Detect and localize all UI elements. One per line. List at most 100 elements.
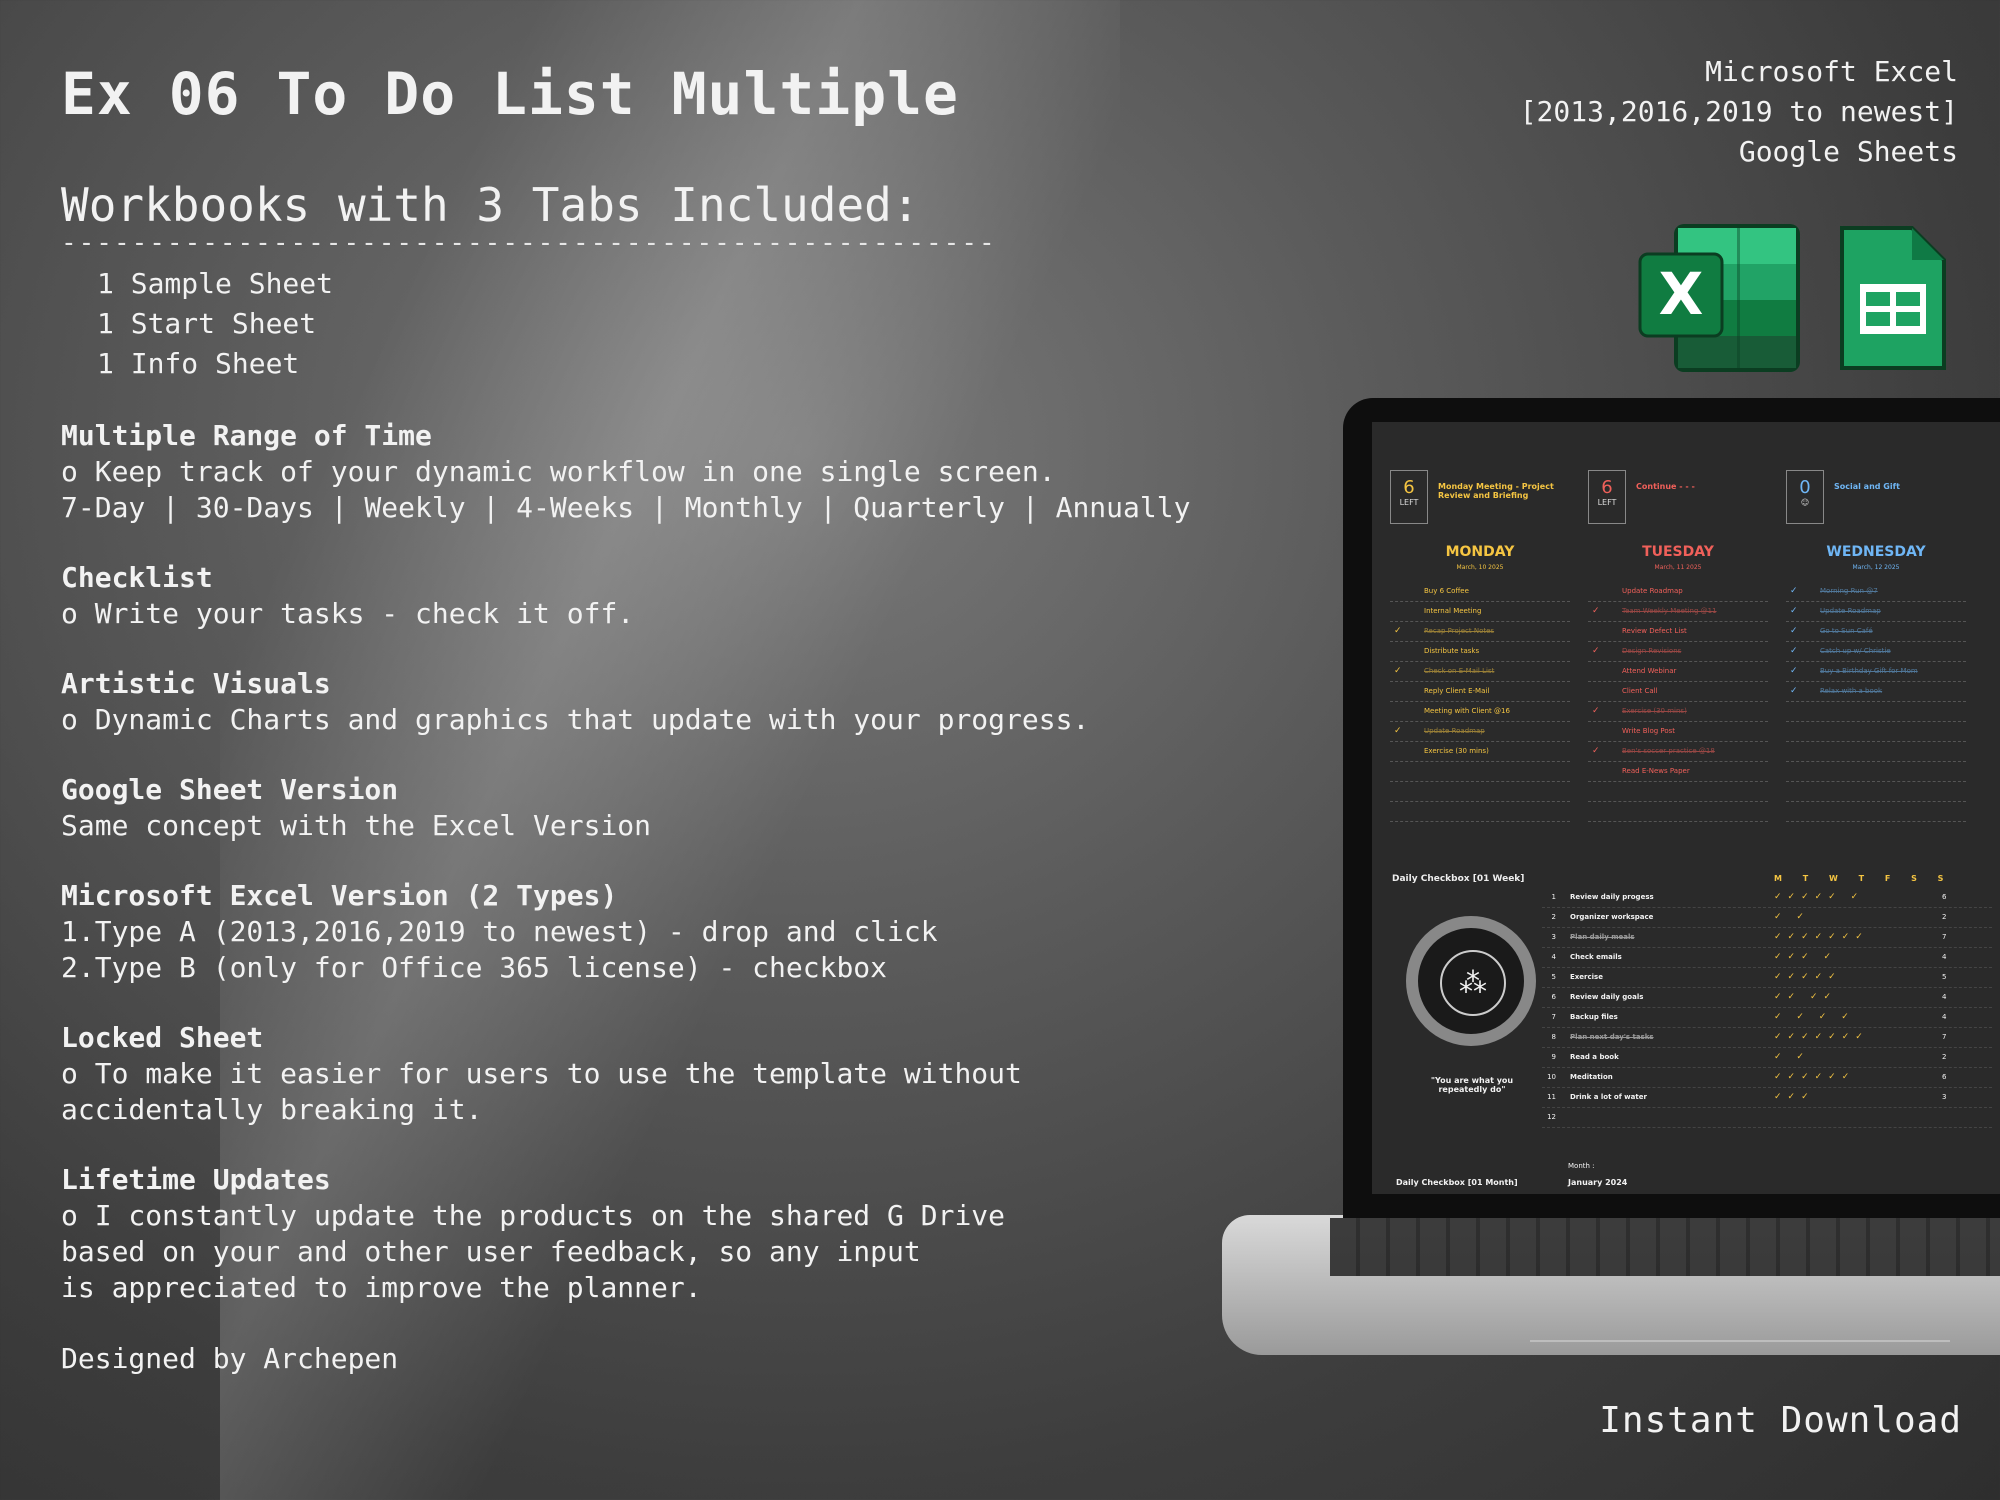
- task-row[interactable]: [1786, 762, 1966, 782]
- task-text: Client Call: [1622, 687, 1658, 695]
- section-line: based on your and other user feedback, s…: [61, 1235, 921, 1268]
- habit-row[interactable]: 9 Read a book ✓ ✓ 2: [1542, 1048, 1992, 1068]
- task-row[interactable]: ✓ Buy a Birthday Gift for Mom: [1786, 662, 1966, 682]
- task-row[interactable]: Meeting with Client @16: [1390, 702, 1570, 722]
- section-visuals: Artistic Visuals o Dynamic Charts and gr…: [61, 666, 1361, 738]
- section-updates: Lifetime Updates o I constantly update t…: [61, 1162, 1361, 1306]
- section-heading: Lifetime Updates: [61, 1163, 331, 1196]
- task-row[interactable]: ✓ Exercise (30 mins): [1588, 702, 1768, 722]
- habit-number: 1: [1551, 893, 1556, 901]
- task-text: Go to Sun Café: [1820, 627, 1873, 635]
- habit-number: 9: [1551, 1053, 1556, 1061]
- task-row[interactable]: Distribute tasks: [1390, 642, 1570, 662]
- habit-row[interactable]: 6 Review daily goals ✓✓ ✓✓ 4: [1542, 988, 1992, 1008]
- habit-checks[interactable]: ✓✓✓✓✓✓✓: [1774, 928, 1869, 947]
- task-row[interactable]: ✓ Update Roadmap: [1390, 722, 1570, 742]
- day-note: Monday Meeting - Project Review and Brie…: [1438, 482, 1554, 500]
- task-text: Exercise (30 mins): [1622, 707, 1687, 715]
- check-icon: ✓: [1790, 606, 1798, 616]
- task-row[interactable]: Buy 6 Coffee: [1390, 582, 1570, 602]
- section-heading: Locked Sheet: [61, 1021, 264, 1054]
- habit-row[interactable]: 4 Check emails ✓✓✓ ✓ 4: [1542, 948, 1992, 968]
- svg-text:X: X: [1659, 260, 1704, 328]
- habit-row[interactable]: 10 Meditation ✓✓✓✓✓✓ 6: [1542, 1068, 1992, 1088]
- weekday-header: M T W T F S S: [1774, 874, 1953, 883]
- task-row[interactable]: Update Roadmap: [1588, 582, 1768, 602]
- month-label: Month :: [1568, 1162, 1595, 1170]
- habit-row[interactable]: 8 Plan next day's tasks ✓✓✓✓✓✓✓ 7: [1542, 1028, 1992, 1048]
- task-row[interactable]: [1588, 782, 1768, 802]
- habit-number: 4: [1551, 953, 1556, 961]
- task-text: Catch up w/ Christie: [1820, 647, 1891, 655]
- task-row[interactable]: [1786, 782, 1966, 802]
- task-row[interactable]: ✓ Morning Run @7: [1786, 582, 1966, 602]
- section-line: Same concept with the Excel Version: [61, 809, 652, 842]
- check-icon: ✓: [1592, 706, 1600, 716]
- habit-row[interactable]: 3 Plan daily meals ✓✓✓✓✓✓✓ 7: [1542, 928, 1992, 948]
- habit-row[interactable]: 1 Review daily progess ✓✓✓✓✓ ✓ 6: [1542, 888, 1992, 908]
- task-row[interactable]: [1390, 762, 1570, 782]
- habit-checks[interactable]: ✓ ✓: [1774, 1048, 1810, 1067]
- task-row[interactable]: ✓ Team Weekly Meeting @11: [1588, 602, 1768, 622]
- tasks-left-box: 6 LEFT: [1390, 470, 1428, 524]
- task-row[interactable]: ✓ Check on E-Mail List: [1390, 662, 1570, 682]
- habit-checks[interactable]: ✓✓✓: [1774, 1088, 1815, 1107]
- task-row[interactable]: ✓ Recap Project Notes: [1390, 622, 1570, 642]
- task-row[interactable]: ✓ Ben's soccer practice @18: [1588, 742, 1768, 762]
- habit-checks[interactable]: ✓✓✓ ✓: [1774, 948, 1837, 967]
- task-row[interactable]: Exercise (30 mins): [1390, 742, 1570, 762]
- task-row[interactable]: ✓ Relax with a book: [1786, 682, 1966, 702]
- task-row[interactable]: Read E-News Paper: [1588, 762, 1768, 782]
- month-value[interactable]: January 2024: [1568, 1178, 1627, 1187]
- task-text: Update Roadmap: [1622, 587, 1683, 595]
- task-text: Attend Webinar: [1622, 667, 1677, 675]
- task-row[interactable]: Write Blog Post: [1588, 722, 1768, 742]
- habit-row[interactable]: 11 Drink a lot of water ✓✓✓ 3: [1542, 1088, 1992, 1108]
- platform-list: Microsoft Excel [2013,2016,2019 to newes…: [1520, 52, 1958, 172]
- habit-count: 6: [1942, 893, 1947, 901]
- task-text: Reply Client E-Mail: [1424, 687, 1490, 695]
- habit-checks[interactable]: ✓ ✓ ✓ ✓: [1774, 1008, 1855, 1027]
- swan-icon: ⁂: [1440, 950, 1506, 1016]
- task-row[interactable]: Internal Meeting: [1390, 602, 1570, 622]
- task-row[interactable]: Reply Client E-Mail: [1390, 682, 1570, 702]
- task-row[interactable]: Client Call: [1588, 682, 1768, 702]
- weekly-checkbox-title: Daily Checkbox [01 Week]: [1392, 874, 1525, 884]
- task-row[interactable]: ✓ Go to Sun Café: [1786, 622, 1966, 642]
- habit-checks[interactable]: ✓ ✓: [1774, 908, 1810, 927]
- habit-checks[interactable]: ✓✓✓✓✓ ✓: [1774, 888, 1864, 907]
- habit-label: Read a book: [1570, 1053, 1619, 1061]
- task-row[interactable]: [1390, 802, 1570, 822]
- task-row[interactable]: [1786, 702, 1966, 722]
- habit-checks[interactable]: ✓✓✓✓✓✓: [1774, 1068, 1855, 1087]
- task-row[interactable]: Review Defect List: [1588, 622, 1768, 642]
- task-text: Recap Project Notes: [1424, 627, 1495, 635]
- task-row[interactable]: [1786, 722, 1966, 742]
- task-text: Buy 6 Coffee: [1424, 587, 1469, 595]
- section-line: accidentally breaking it.: [61, 1093, 483, 1126]
- task-row[interactable]: Attend Webinar: [1588, 662, 1768, 682]
- section-heading: Checklist: [61, 561, 213, 594]
- task-row[interactable]: ✓ Update Roadmap: [1786, 602, 1966, 622]
- habit-checks[interactable]: ✓✓✓✓✓✓✓: [1774, 1028, 1869, 1047]
- habit-row[interactable]: 7 Backup files ✓ ✓ ✓ ✓ 4: [1542, 1008, 1992, 1028]
- section-line: o I constantly update the products on th…: [61, 1199, 1006, 1232]
- habit-count: 4: [1942, 953, 1947, 961]
- task-row[interactable]: [1786, 802, 1966, 822]
- task-row[interactable]: [1390, 782, 1570, 802]
- habit-number: 12: [1547, 1113, 1556, 1121]
- habit-checks[interactable]: ✓✓ ✓✓: [1774, 988, 1837, 1007]
- task-text: Design Revisions: [1622, 647, 1682, 655]
- habit-row[interactable]: 12: [1542, 1108, 1992, 1128]
- habit-checks[interactable]: ✓✓✓✓✓: [1774, 968, 1842, 987]
- task-row[interactable]: [1786, 742, 1966, 762]
- spreadsheet-screen: 6 LEFT Monday Meeting - Project Review a…: [1372, 422, 2000, 1194]
- check-icon: ✓: [1394, 666, 1402, 676]
- task-row[interactable]: ✓ Design Revisions: [1588, 642, 1768, 662]
- habit-row[interactable]: 5 Exercise ✓✓✓✓✓ 5: [1542, 968, 1992, 988]
- habit-row[interactable]: 2 Organizer workspace ✓ ✓ 2: [1542, 908, 1992, 928]
- section-line: is appreciated to improve the planner.: [61, 1271, 702, 1304]
- task-row[interactable]: [1588, 802, 1768, 822]
- task-text: Check on E-Mail List: [1424, 667, 1495, 675]
- task-row[interactable]: ✓ Catch up w/ Christie: [1786, 642, 1966, 662]
